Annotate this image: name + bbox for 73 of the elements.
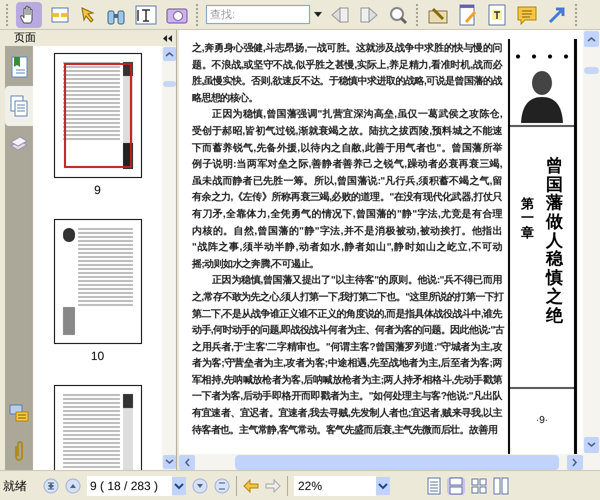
text-line: "战阵之事,须半动半静,动者如水,静者如山",静时如山之屹立,不可动: [192, 240, 502, 256]
text-line: 有刀矛,全靠体力,全凭勇气的情况下,曾国藩的"静"字法,尤竞是有合理: [192, 207, 502, 222]
scrollbar[interactable]: [162, 46, 176, 470]
text-line: 略思想的核心。: [192, 91, 259, 106]
scroll-thumb[interactable]: [235, 454, 559, 470]
panel-title: 页面: [14, 30, 36, 46]
text-line: 者为客;守营垒者为主,攻者为客;中途相遇,先至战地者为主,后至者为客;两: [192, 356, 502, 372]
scroll-right-icon[interactable]: [567, 454, 583, 470]
text-select-icon[interactable]: [134, 4, 158, 24]
note-pencil-icon[interactable]: [457, 4, 479, 26]
page-thumbnail[interactable]: [54, 219, 142, 344]
page-number: ·9·: [536, 414, 548, 428]
last-page-icon[interactable]: [214, 478, 230, 494]
facing-pages-icon[interactable]: [471, 478, 487, 494]
text-line: 有宜速者、宜迟者。宜速者,我去寻贼,先发制人者也;宜迟者,贼来寻我,以主: [192, 406, 502, 422]
back-arrow-icon[interactable]: [243, 478, 259, 492]
zoom-field[interactable]: 22%: [294, 476, 376, 496]
find-next-icon[interactable]: [358, 6, 380, 24]
search-icon[interactable]: [387, 4, 409, 24]
first-page-icon[interactable]: [43, 478, 59, 494]
scroll-down-icon[interactable]: [584, 437, 599, 453]
scroll-up-icon[interactable]: [584, 31, 599, 47]
text-line: 一下者为客,后动手即格开而即戳者为主。"如何处理主与客?他说:"凡出队: [192, 389, 502, 404]
text-line: 之,常存不敢为先之心,须人打第一下,我打第二下也。"这里所说的打第一下打: [192, 290, 502, 305]
text-line: 正因为稳慎,曾国藩强调"扎营宜深沟高垒,虽仅一葛武侯之攻陈仓,: [211, 107, 502, 122]
collapse-icon[interactable]: [163, 34, 172, 42]
continuous-page-icon[interactable]: [447, 476, 465, 494]
scroll-down-icon[interactable]: [162, 455, 176, 469]
text-box-icon[interactable]: [486, 4, 508, 26]
scroll-left-icon[interactable]: [179, 454, 195, 470]
page-field[interactable]: 9 ( 18 / 283 ): [87, 476, 172, 496]
dropdown-icon[interactable]: [314, 12, 322, 17]
chapter-title: 曾国藩做人稳慎之绝: [546, 157, 563, 326]
single-page-icon[interactable]: [427, 476, 441, 494]
text-line: 胜,虽慢实快。否则,欲速反不达。于稳慎中求进取的战略,可说是曾国藩的战: [192, 74, 502, 90]
text-line: 之用兵者,于'主客'二字精审也。"何谓主客?曾国藩罗列道:"守城者为主,攻: [192, 340, 502, 355]
scrollbar[interactable]: [583, 30, 600, 454]
scrollbar[interactable]: [179, 454, 600, 470]
chapter-label: 第一章: [521, 197, 534, 242]
text-line: 之,奔勇身心强健,斗志昂扬,一战可胜。这就涉及战争中求胜的快与慢的问: [192, 41, 502, 56]
comments-icon[interactable]: [9, 404, 29, 424]
page-label: 10: [90, 348, 104, 365]
text-line: 动手,何时动手的问题,即战役战斗何者为主、何者为客的问题。因此他说:"古: [192, 323, 502, 338]
text-line: 题。不浪战,或坚守不战,似乎胜之甚慢,实际上,养足精力,看准时机,战而必: [192, 58, 502, 73]
scroll-up-icon[interactable]: [162, 47, 176, 61]
bookmark-page-icon[interactable]: [9, 56, 29, 78]
hand-tool-icon[interactable]: [16, 2, 42, 28]
two-column-icon[interactable]: [493, 476, 509, 494]
text-line: 军相持,先呐喊放枪者为客,后呐喊放枪者为主;两人持矛相格斗,先动手戳第: [192, 373, 502, 388]
text-line: 下而蓄养锐气,先备外援,以待内之自敝,此善于用气者也"。曾国藩所举: [192, 141, 502, 156]
comment-icon[interactable]: [515, 4, 539, 24]
text-line: 摇;动则如水之奔腾,不可遏止。: [192, 257, 320, 272]
text-line: 虽未战而静者已先胜一筹。所以,曾国藩说:"凡行兵,须积蓄不竭之气,留: [192, 174, 502, 189]
search-field[interactable]: 查找:: [206, 5, 310, 24]
find-previous-icon[interactable]: [329, 6, 351, 24]
next-page-icon[interactable]: [192, 478, 208, 494]
text-line: 第二下,不是从战争谁正义谁不正义的角度说的,而是指具体战役战斗中,谁先: [192, 307, 502, 322]
text-line: 例子说明:当两军对垒之际,善静者善养己之锐气,躁动者必衰再衰三竭,: [192, 157, 502, 172]
text-line: 正因为稳慎,曾国藩又提出了"以主待客"的原则。他说:"兵不得已而用: [211, 273, 502, 288]
previous-page-icon[interactable]: [65, 478, 81, 494]
text-line: 受创于郝昭,皆初气过锐,渐就衰竭之故。陆抗之拔西陵,预料城之不能速: [192, 124, 502, 139]
page-label: 9: [94, 182, 101, 199]
text-line: 内核的。自然,曾国藩的"静"字法,并不是消极被动,被动挨打。他指出: [192, 224, 502, 239]
scroll-thumb[interactable]: [584, 67, 599, 74]
scroll-thumb[interactable]: [162, 81, 176, 87]
page-thumbnail[interactable]: [54, 53, 142, 178]
dots-drawing: [515, 54, 569, 59]
text-line: 有余之力,《左传》所称再衰三竭,必败的道理。"在没有现代化武器,打仗只: [192, 190, 502, 206]
dropdown-icon[interactable]: [172, 476, 186, 494]
text-line: 待客者也。主气常静,客气常动。客气先盛而后衰,主气先微而后壮。故善用: [192, 423, 498, 438]
status-text: 就绪: [3, 478, 27, 494]
pages-icon[interactable]: [9, 95, 29, 117]
dropdown-icon[interactable]: [376, 476, 390, 494]
